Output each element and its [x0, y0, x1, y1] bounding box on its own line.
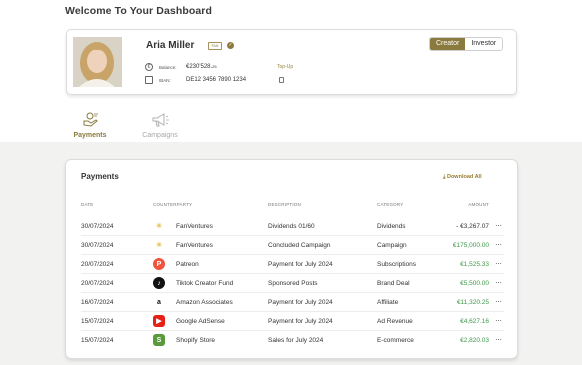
table-row[interactable]: 15/07/2024 S Shopify Store Sales for July 2… — [81, 331, 504, 350]
tab-campaigns-label: Campaigns — [142, 132, 178, 139]
row-description: Payment for July 2024 — [268, 299, 333, 306]
row-date: 20/07/2024 — [81, 280, 114, 287]
avatar — [73, 37, 122, 87]
iban-value: DE12 3456 7890 1234 — [186, 77, 247, 83]
row-date: 30/07/2024 — [81, 223, 114, 230]
tab-payments[interactable]: Payments — [72, 112, 108, 139]
balance-label: Balance: — [159, 65, 177, 70]
column-amount: AMOUNT — [468, 202, 489, 207]
page-title: Welcome To Your Dashboard — [65, 5, 212, 17]
tab-payments-label: Payments — [73, 132, 107, 139]
row-counterparty: Shopify Store — [176, 337, 216, 344]
column-category: CATEGORY — [377, 202, 404, 207]
row-description: Dividends 01/60 — [268, 223, 315, 230]
more-options-icon[interactable]: ··· — [495, 278, 502, 287]
euro-icon: € — [145, 63, 153, 71]
profile-card: Aria Miller FAN ✓ € Balance: €230'528.25… — [66, 29, 517, 95]
row-counterparty: FanVentures — [176, 242, 213, 249]
row-category: Brand Deal — [377, 280, 410, 287]
row-category: Ad Revenue — [377, 318, 413, 325]
top-up-link[interactable]: Top-Up — [277, 64, 293, 70]
table-row[interactable]: 15/07/2024 ▶ Google AdSense Payment for Jul… — [81, 312, 504, 331]
table-row[interactable]: 16/07/2024 a Amazon Associates Payment for … — [81, 293, 504, 312]
row-counterparty: FanVentures — [176, 223, 213, 230]
more-options-icon[interactable]: ··· — [495, 221, 502, 230]
row-date: 16/07/2024 — [81, 299, 114, 306]
balance-value: €230'528.25 — [186, 64, 217, 70]
iban-label: IBAN: — [159, 78, 171, 83]
more-options-icon[interactable]: ··· — [495, 316, 502, 325]
row-category: Subscriptions — [377, 261, 417, 268]
table-row[interactable]: 30/07/2024 ✳ FanVentures Concluded Campaign… — [81, 236, 504, 255]
column-counterparty: COUNTERPARTY — [153, 202, 193, 207]
megaphone-icon — [152, 113, 169, 127]
row-date: 15/07/2024 — [81, 318, 114, 325]
table-header: DATE COUNTERPARTY DESCRIPTION CATEGORY A… — [81, 202, 504, 210]
tab-campaigns[interactable]: Campaigns — [138, 112, 182, 139]
row-category: Affiliate — [377, 299, 399, 306]
row-amount: €2,820.03 — [460, 337, 489, 344]
investor-role-button[interactable]: Investor — [465, 38, 503, 50]
row-counterparty: Tiktok Creator Fund — [176, 280, 234, 287]
table-row[interactable]: 20/07/2024 ♪ Tiktok Creator Fund Sponsored … — [81, 274, 504, 293]
more-options-icon[interactable]: ··· — [495, 259, 502, 268]
table-row[interactable]: 30/07/2024 ✳ FanVentures Dividends 01/60 Div… — [81, 217, 504, 236]
row-date: 15/07/2024 — [81, 337, 114, 344]
payments-title: Payments — [81, 172, 119, 181]
row-amount: - €3,267.07 — [456, 223, 489, 230]
row-amount: €11,320.25 — [456, 299, 489, 306]
more-options-icon[interactable]: ··· — [495, 240, 502, 249]
verified-icon: ✓ — [227, 42, 234, 49]
payments-card: Payments ⤓ Download All DATE COUNTERPART… — [65, 159, 518, 359]
row-description: Payment for July 2024 — [268, 318, 333, 325]
flag-icon: FAN — [208, 42, 222, 50]
row-amount: €5,500.00 — [460, 280, 489, 287]
fanventures-logo: ✳ — [153, 220, 165, 232]
row-amount: €4,627.16 — [460, 318, 489, 325]
amazon-logo: a — [153, 296, 165, 308]
row-category: E-commerce — [377, 337, 414, 344]
payments-icon — [83, 112, 98, 127]
row-category: Dividends — [377, 223, 406, 230]
download-icon: ⤓ — [443, 174, 446, 180]
row-amount: €1,525.33 — [460, 261, 489, 268]
more-options-icon[interactable]: ··· — [495, 297, 502, 306]
patreon-logo: P — [153, 258, 165, 270]
profile-name: Aria Miller — [146, 40, 195, 51]
fanventures-logo: ✳ — [153, 239, 165, 251]
copy-icon[interactable] — [279, 77, 284, 83]
youtube-logo: ▶ — [153, 315, 165, 327]
role-toggle: Creator Investor — [429, 37, 504, 51]
row-amount: €175,000.00 — [452, 242, 489, 249]
column-description: DESCRIPTION — [268, 202, 301, 207]
row-counterparty: Patreon — [176, 261, 199, 268]
column-date: DATE — [81, 202, 94, 207]
table-row[interactable]: 20/07/2024 P Patreon Payment for July 2024 S… — [81, 255, 504, 274]
row-counterparty: Google AdSense — [176, 318, 225, 325]
row-description: Sponsored Posts — [268, 280, 318, 287]
row-date: 20/07/2024 — [81, 261, 114, 268]
download-all-button[interactable]: ⤓ Download All — [443, 174, 482, 181]
row-counterparty: Amazon Associates — [176, 299, 233, 306]
payments-table-body: 30/07/2024 ✳ FanVentures Dividends 01/60 Div… — [81, 217, 504, 350]
creator-role-button[interactable]: Creator — [430, 38, 466, 50]
row-description: Sales for July 2024 — [268, 337, 324, 344]
row-category: Campaign — [377, 242, 407, 249]
more-options-icon[interactable]: ··· — [495, 335, 502, 344]
row-description: Payment for July 2024 — [268, 261, 333, 268]
shopify-logo: S — [153, 334, 165, 346]
bank-icon — [145, 76, 153, 84]
row-description: Concluded Campaign — [268, 242, 331, 249]
tiktok-logo: ♪ — [153, 277, 165, 289]
row-date: 30/07/2024 — [81, 242, 114, 249]
